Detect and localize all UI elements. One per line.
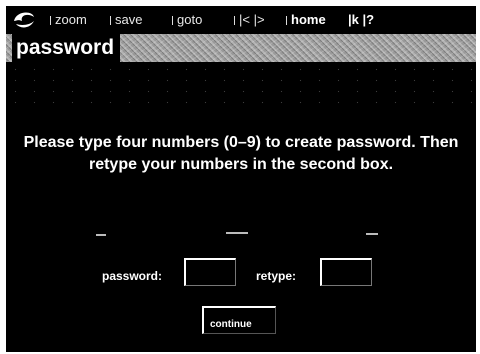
continue-button[interactable]: continue xyxy=(202,306,276,334)
tick-icon xyxy=(50,16,51,25)
header-band: password xyxy=(6,34,476,62)
save-label: save xyxy=(115,12,143,27)
page-title: password xyxy=(12,34,121,62)
zoom-button[interactable]: zoom xyxy=(50,12,87,28)
instructions-text: Please type four numbers (0–9) to create… xyxy=(23,134,459,173)
swirl-logo-icon[interactable] xyxy=(12,9,36,31)
retype-label: retype: xyxy=(256,269,297,283)
divider-mark xyxy=(96,234,106,236)
tick-icon xyxy=(234,16,235,25)
toolbar: zoom save goto |< |> home |k |? xyxy=(6,6,476,34)
goto-button[interactable]: goto xyxy=(172,12,202,28)
password-label: password: xyxy=(102,269,163,283)
texture-divider xyxy=(6,64,476,104)
home-label: home xyxy=(291,12,326,27)
divider-mark xyxy=(226,232,248,234)
retype-field[interactable] xyxy=(320,258,372,286)
tick-icon xyxy=(110,16,111,25)
save-button[interactable]: save xyxy=(110,12,142,28)
password-field[interactable] xyxy=(184,258,236,286)
prev-next-button[interactable]: |< |> xyxy=(234,12,265,28)
goto-label: goto xyxy=(177,12,203,27)
prev-next-label: |< |> xyxy=(239,12,265,27)
tick-icon xyxy=(172,16,173,25)
help-button[interactable]: |k |? xyxy=(348,12,374,28)
retype-input[interactable] xyxy=(322,260,371,285)
app-window: zoom save goto |< |> home |k |? password… xyxy=(6,6,476,352)
tick-icon xyxy=(286,16,287,25)
divider-mark xyxy=(366,233,378,235)
home-button[interactable]: home xyxy=(286,12,326,28)
help-label: |k |? xyxy=(348,12,375,27)
zoom-label: zoom xyxy=(55,12,87,27)
password-input[interactable] xyxy=(186,260,235,285)
